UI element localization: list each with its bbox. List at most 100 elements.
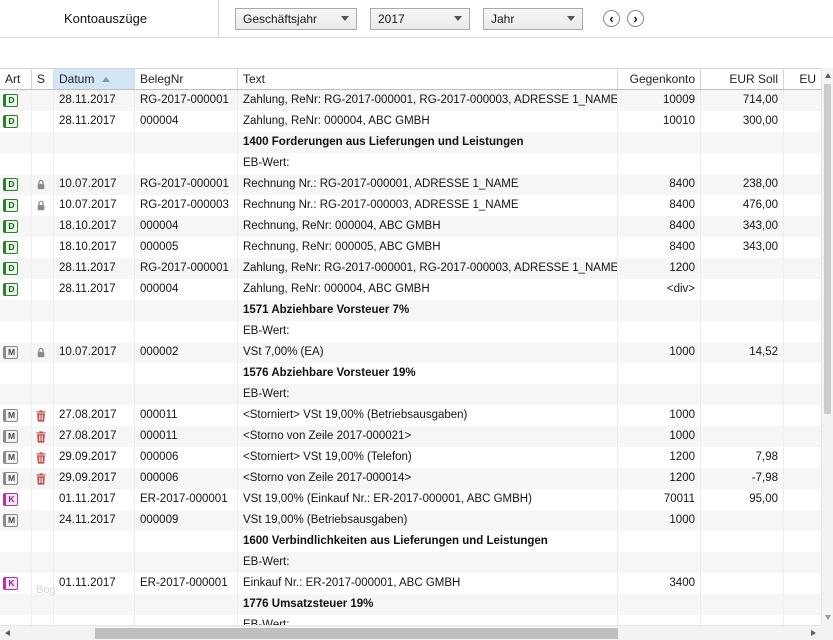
cell-text: 1400 Forderungen aus Lieferungen und Lei… [238, 132, 618, 153]
table-row[interactable]: M 29.09.2017 000006 <Storniert> VSt 19,00% … [0, 447, 821, 468]
eb-row[interactable]: EB-Wert: [0, 321, 821, 342]
cell-s [32, 342, 54, 363]
column-header-art[interactable]: Art [0, 69, 32, 89]
eb-row[interactable]: EB-Wert: [0, 153, 821, 174]
group-row[interactable]: 1600 Verbindlichkeiten aus Lieferungen u… [0, 531, 821, 552]
previous-period-button[interactable]: ‹ [603, 10, 620, 27]
lock-icon [36, 179, 46, 190]
cell-datum: 01.11.2017 [54, 489, 135, 510]
vertical-scroll-thumb[interactable] [824, 84, 831, 414]
column-header-gegen[interactable]: Gegenkonto [618, 69, 701, 89]
column-header-soll[interactable]: EUR Soll [701, 69, 784, 89]
cell-gegenkonto [618, 615, 701, 625]
cell-text: 1776 Umsatzsteuer 19% [238, 594, 618, 615]
table-row[interactable]: D 28.11.2017 000004 Zahlung, ReNr: 000004, … [0, 279, 821, 300]
cell-datum: 29.09.2017 [54, 447, 135, 468]
watermark: Bog [36, 584, 56, 596]
cell-belegnr [135, 531, 238, 552]
cell-art [0, 300, 32, 321]
eb-row[interactable]: EB-Wert: [0, 615, 821, 625]
table-row[interactable]: M 24.11.2017 000009 VSt 19,00% (Betriebsaus… [0, 510, 821, 531]
cell-eur-haben [784, 342, 821, 363]
table-row[interactable]: M 27.08.2017 000011 <Storno von Zeile 2017-… [0, 426, 821, 447]
cell-gegenkonto: 1200 [618, 468, 701, 489]
cell-text: EB-Wert: [238, 321, 618, 342]
geschaeftsjahr-dropdown[interactable]: Geschäftsjahr [235, 7, 357, 30]
cell-art [0, 594, 32, 615]
kontoauszuege-window: Kontoauszüge Geschäftsjahr 2017 Jahr ‹ ›… [0, 0, 833, 640]
cell-text: Rechnung, ReNr: 000004, ABC GMBH [238, 216, 618, 237]
cell-text: EB-Wert: [238, 552, 618, 573]
arrow-down-icon [824, 615, 831, 620]
cell-art [0, 384, 32, 405]
period-dropdown[interactable]: Jahr [483, 7, 583, 30]
cell-eur-haben [784, 468, 821, 489]
table-row[interactable]: K 01.11.2017 ER-2017-000001 Einkauf Nr.: ER… [0, 573, 821, 594]
cell-eur-soll [701, 594, 784, 615]
year-dropdown[interactable]: 2017 [370, 7, 470, 30]
group-row[interactable]: 1776 Umsatzsteuer 19% [0, 594, 821, 615]
table-row[interactable]: M 29.09.2017 000006 <Storno von Zeile 2017-… [0, 468, 821, 489]
table-row[interactable]: D 10.07.2017 RG-2017-000003 Rechnung Nr.: R… [0, 195, 821, 216]
cell-gegenkonto: 10010 [618, 111, 701, 132]
cell-art: D [0, 174, 32, 195]
column-header-haben[interactable]: EU [784, 69, 821, 89]
table-row[interactable]: K 01.11.2017 ER-2017-000001 VSt 19,00% (Ein… [0, 489, 821, 510]
cell-art: M [0, 426, 32, 447]
next-period-button[interactable]: › [627, 10, 644, 27]
cell-belegnr: 000006 [135, 447, 238, 468]
lock-icon [36, 200, 46, 211]
group-row[interactable]: 1571 Abziehbare Vorsteuer 7% [0, 300, 821, 321]
scroll-up-button[interactable] [822, 69, 833, 82]
column-header-datum[interactable]: Datum [54, 69, 135, 89]
horizontal-scroll-thumb[interactable] [95, 628, 618, 639]
scroll-left-button[interactable] [0, 626, 15, 640]
scroll-right-button[interactable] [806, 626, 821, 640]
horizontal-scrollbar[interactable] [0, 625, 821, 640]
cell-datum [54, 132, 135, 153]
cell-datum [54, 594, 135, 615]
eb-row[interactable]: EB-Wert: [0, 552, 821, 573]
table-row[interactable]: M 27.08.2017 000011 <Storniert> VSt 19,00% … [0, 405, 821, 426]
cell-datum: 18.10.2017 [54, 237, 135, 258]
cell-text: Zahlung, ReNr: RG-2017-000001, RG-2017-0… [238, 258, 618, 279]
cell-eur-haben [784, 447, 821, 468]
art-m-icon: M [3, 430, 18, 443]
cell-datum [54, 552, 135, 573]
cell-s [32, 237, 54, 258]
cell-s [32, 405, 54, 426]
scroll-down-button[interactable] [822, 611, 833, 624]
table-row[interactable]: D 18.10.2017 000004 Rechnung, ReNr: 000004,… [0, 216, 821, 237]
column-header-beleg[interactable]: BelegNr [135, 69, 238, 89]
cell-belegnr [135, 153, 238, 174]
table-row[interactable]: D 10.07.2017 RG-2017-000001 Rechnung Nr.: R… [0, 174, 821, 195]
column-header-label: EU [799, 72, 816, 86]
group-row[interactable]: 1400 Forderungen aus Lieferungen und Lei… [0, 132, 821, 153]
table-row[interactable]: D 18.10.2017 000005 Rechnung, ReNr: 000005,… [0, 237, 821, 258]
table-row[interactable]: D 28.11.2017 RG-2017-000001 Zahlung, ReNr: … [0, 90, 821, 111]
cell-belegnr [135, 552, 238, 573]
cell-s [32, 300, 54, 321]
cell-belegnr: 000006 [135, 468, 238, 489]
cell-text: VSt 19,00% (Betriebsausgaben) [238, 510, 618, 531]
art-d-icon: D [3, 283, 18, 296]
column-header-text[interactable]: Text [238, 69, 618, 89]
cell-gegenkonto: 1000 [618, 510, 701, 531]
cell-datum: 24.11.2017 [54, 510, 135, 531]
cell-belegnr: RG-2017-000003 [135, 195, 238, 216]
cell-eur-haben [784, 426, 821, 447]
eb-row[interactable]: EB-Wert: [0, 384, 821, 405]
table-row[interactable]: D 28.11.2017 RG-2017-000001 Zahlung, ReNr: … [0, 258, 821, 279]
arrow-left-icon [5, 630, 10, 636]
vertical-scrollbar[interactable] [821, 68, 833, 625]
cell-art: K [0, 489, 32, 510]
group-row[interactable]: 1576 Abziehbare Vorsteuer 19% [0, 363, 821, 384]
cell-datum [54, 153, 135, 174]
table-row[interactable]: D 28.11.2017 000004 Zahlung, ReNr: 000004, … [0, 111, 821, 132]
column-header-s[interactable]: S [32, 69, 54, 89]
cell-belegnr: 000005 [135, 237, 238, 258]
cell-gegenkonto [618, 363, 701, 384]
cell-text: Rechnung Nr.: RG-2017-000001, ADRESSE 1_… [238, 174, 618, 195]
table-row[interactable]: M 10.07.2017 000002 VSt 7,00% (EA) 1000 14,52 [0, 342, 821, 363]
cell-belegnr: 000004 [135, 216, 238, 237]
